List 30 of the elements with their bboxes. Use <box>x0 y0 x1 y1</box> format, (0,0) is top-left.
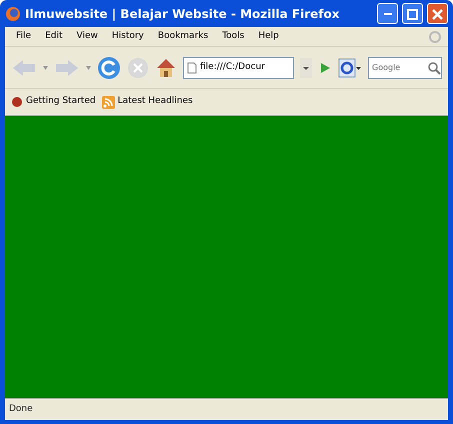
menu-item[interactable]: File <box>9 30 38 44</box>
app-icon <box>5 6 21 22</box>
status-text: Done <box>5 398 448 420</box>
close-button[interactable] <box>427 3 448 24</box>
close-icon <box>432 8 443 20</box>
maximize-button[interactable] <box>402 3 423 24</box>
go-arrow-icon[interactable] <box>318 60 332 74</box>
minimize-button[interactable] <box>377 3 398 24</box>
search-icon[interactable] <box>427 60 441 74</box>
search-bar[interactable]: Google <box>368 56 442 78</box>
address-bar[interactable]: file:///C:/Docur <box>183 56 294 78</box>
home-icon[interactable] <box>155 56 177 78</box>
bookmark-link[interactable]: Getting Started <box>11 95 96 109</box>
search-engine-icon[interactable] <box>338 58 362 78</box>
menu-item[interactable]: View <box>70 30 105 44</box>
menu-item[interactable]: Edit <box>38 30 70 44</box>
menu-item[interactable]: Tools <box>215 30 252 44</box>
activity-throbber-icon <box>428 30 442 44</box>
page-icon <box>187 62 197 74</box>
feed-icon <box>102 96 115 108</box>
bookmark-link[interactable]: Latest Headlines <box>102 95 193 109</box>
menu-item[interactable]: Bookmarks <box>150 30 216 44</box>
minimize-icon <box>384 13 392 16</box>
window-title: Ilmuwebsite | Belajar Website - Mozilla Firefox <box>25 6 340 22</box>
dropdown-icon[interactable] <box>300 58 312 78</box>
menu-item[interactable]: Help <box>251 30 286 44</box>
bookmark-page-icon <box>11 96 23 108</box>
menu-item[interactable]: History <box>104 30 151 44</box>
maximize-icon <box>407 8 418 20</box>
reload-icon[interactable] <box>97 56 121 80</box>
